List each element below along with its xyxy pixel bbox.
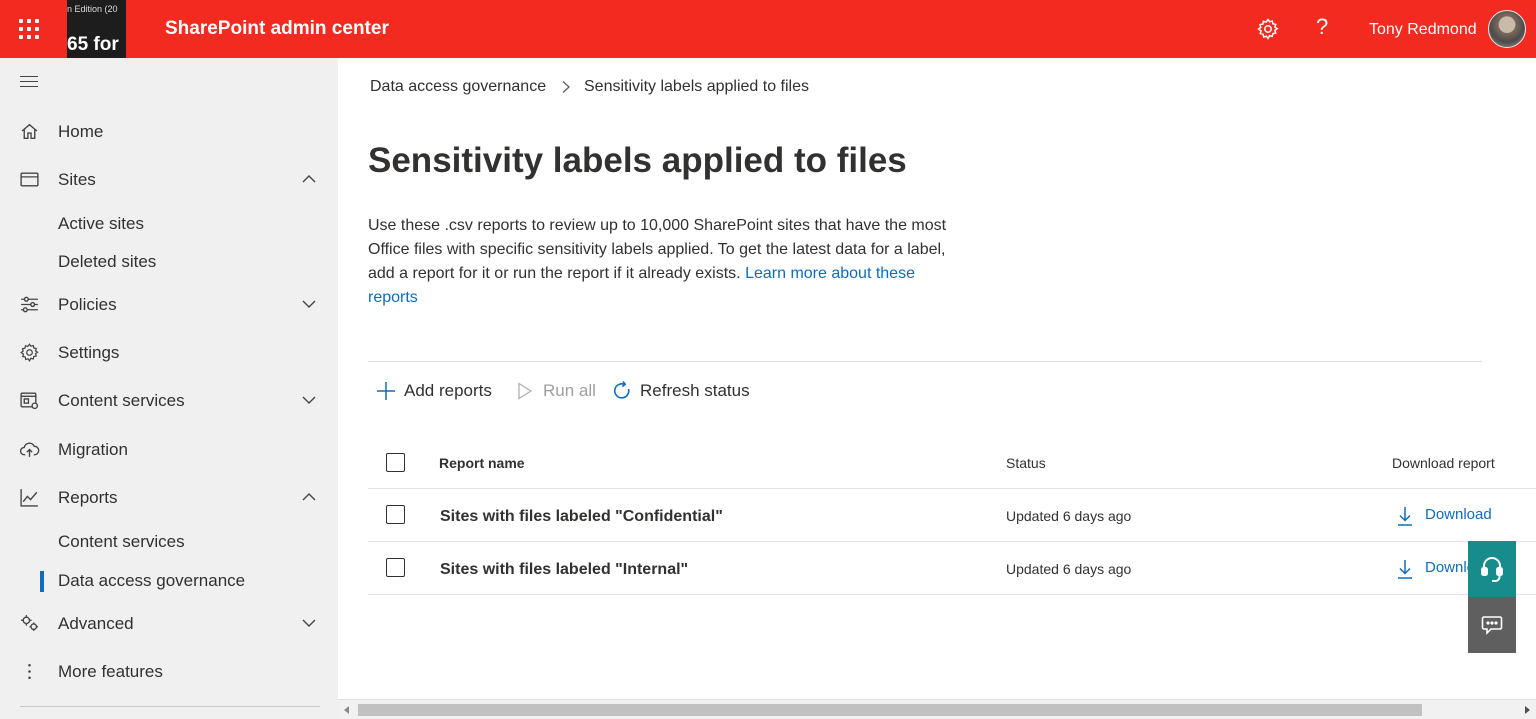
more-vertical-icon [28, 663, 31, 680]
sidebar-item-settings[interactable]: Settings [0, 333, 338, 373]
settings-gear-icon[interactable] [1256, 17, 1280, 41]
hamburger-menu-icon[interactable] [20, 76, 38, 88]
status-cell: Updated 6 days ago [1006, 561, 1132, 577]
help-icon[interactable]: ? [1316, 14, 1328, 40]
sidebar-item-home[interactable]: Home [0, 112, 338, 152]
sidebar-item-sites[interactable]: Sites [0, 160, 338, 200]
waffle-icon [19, 19, 39, 39]
app-title[interactable]: SharePoint admin center [165, 18, 389, 40]
breadcrumb-parent[interactable]: Data access governance [370, 78, 546, 96]
sidebar-item-label: Home [58, 122, 104, 141]
row-divider [368, 594, 1536, 595]
add-reports-button[interactable]: Add reports [375, 376, 500, 404]
select-all-checkbox[interactable] [386, 453, 405, 472]
column-header-status[interactable]: Status [1006, 455, 1046, 471]
gear-icon [20, 343, 39, 362]
sidebar-item-label: Policies [58, 295, 117, 314]
headset-icon [1481, 557, 1503, 582]
sidebar-item-label: Content services [58, 532, 185, 551]
sidebar-item-label: Settings [58, 343, 120, 362]
sidebar-item-more-features[interactable]: More features [0, 652, 338, 692]
chevron-down-icon [302, 619, 316, 627]
download-label: Download [1425, 506, 1492, 523]
plus-icon [377, 382, 395, 400]
feedback-button[interactable] [1468, 597, 1516, 653]
feedback-icon [1481, 616, 1503, 635]
sidebar-item-reports[interactable]: Reports [0, 478, 338, 518]
sidebar-item-label: Data access governance [58, 571, 246, 590]
row-divider [368, 541, 1536, 542]
home-icon [21, 123, 38, 140]
refresh-icon [613, 381, 630, 399]
page-description: Use these .csv reports to review up to 1… [368, 214, 948, 310]
video-thumbnail: n Edition (20 65 for [67, 0, 126, 58]
chevron-down-icon [302, 300, 316, 308]
row-divider [368, 488, 1536, 489]
sidebar-item-label: Active sites [58, 214, 144, 233]
run-all-label: Run all [543, 381, 596, 400]
scroll-left-arrow-icon[interactable] [344, 706, 349, 714]
chevron-down-icon [302, 396, 316, 404]
report-name-cell[interactable]: Sites with files labeled "Confidential" [440, 508, 723, 526]
sidebar-item-policies[interactable]: Policies [0, 285, 338, 325]
play-icon [518, 382, 533, 400]
sidebar-item-deleted-sites[interactable]: Deleted sites [0, 244, 338, 278]
thumbnail-text-top: n Edition (20 [67, 4, 118, 14]
column-header-download: Download report [1392, 455, 1495, 471]
sidebar-item-migration[interactable]: Migration [0, 430, 338, 470]
breadcrumb-current: Sensitivity labels applied to files [584, 78, 810, 95]
page-title: Sensitivity labels applied to files [368, 141, 907, 180]
cloud-upload-icon [19, 442, 40, 457]
sidebar-item-reports-content-services[interactable]: Content services [0, 524, 338, 558]
sidebar-item-advanced[interactable]: Advanced [0, 604, 338, 644]
help-support-button[interactable] [1468, 541, 1516, 597]
sidebar-item-label: Migration [58, 440, 128, 459]
policies-icon [21, 296, 38, 313]
sidebar-divider [20, 706, 320, 707]
chevron-up-icon [302, 175, 316, 183]
main-content: Data access governance Sensitivity label… [338, 58, 1536, 719]
refresh-status-button[interactable]: Refresh status [611, 376, 751, 404]
status-cell: Updated 6 days ago [1006, 508, 1132, 524]
top-bar: n Edition (20 65 for SharePoint admin ce… [0, 0, 1536, 58]
column-header-report-name[interactable]: Report name [439, 455, 525, 471]
user-name[interactable]: Tony Redmond [1369, 21, 1477, 39]
divider [368, 361, 1482, 362]
row-checkbox[interactable] [386, 558, 405, 577]
scrollbar-thumb[interactable] [358, 704, 1422, 716]
sidebar-item-label: Sites [58, 170, 96, 189]
horizontal-scrollbar[interactable] [338, 699, 1536, 719]
active-indicator [40, 571, 44, 592]
sidebar-item-content-services[interactable]: Content services [0, 381, 338, 421]
sidebar-item-data-access-governance[interactable]: Data access governance [0, 563, 338, 597]
sidebar-item-active-sites[interactable]: Active sites [0, 206, 338, 240]
sidebar-item-label: Deleted sites [58, 252, 157, 271]
sidebar-item-label: Content services [58, 391, 185, 410]
download-icon [1398, 507, 1412, 526]
avatar[interactable] [1488, 10, 1526, 48]
download-icon [1398, 560, 1412, 579]
sites-icon [20, 172, 39, 187]
thumbnail-text-bottom: 65 for [67, 34, 119, 55]
sidebar-item-label: Advanced [58, 614, 134, 633]
report-name-cell[interactable]: Sites with files labeled "Internal" [440, 561, 688, 579]
scroll-right-arrow-icon[interactable] [1525, 706, 1530, 714]
add-reports-label: Add reports [404, 381, 492, 400]
chevron-up-icon [302, 493, 316, 501]
sidebar: Home Sites Active sites Deleted sites Po… [0, 58, 338, 719]
chart-icon [20, 489, 38, 507]
row-checkbox[interactable] [386, 505, 405, 524]
chevron-right-icon [562, 81, 570, 93]
content-services-icon [20, 392, 39, 410]
refresh-status-label: Refresh status [640, 381, 750, 400]
sidebar-item-label: More features [58, 662, 163, 681]
app-launcher-button[interactable] [0, 0, 58, 58]
advanced-gears-icon [21, 615, 38, 631]
run-all-button[interactable]: Run all [514, 376, 598, 404]
sidebar-item-label: Reports [58, 488, 118, 507]
